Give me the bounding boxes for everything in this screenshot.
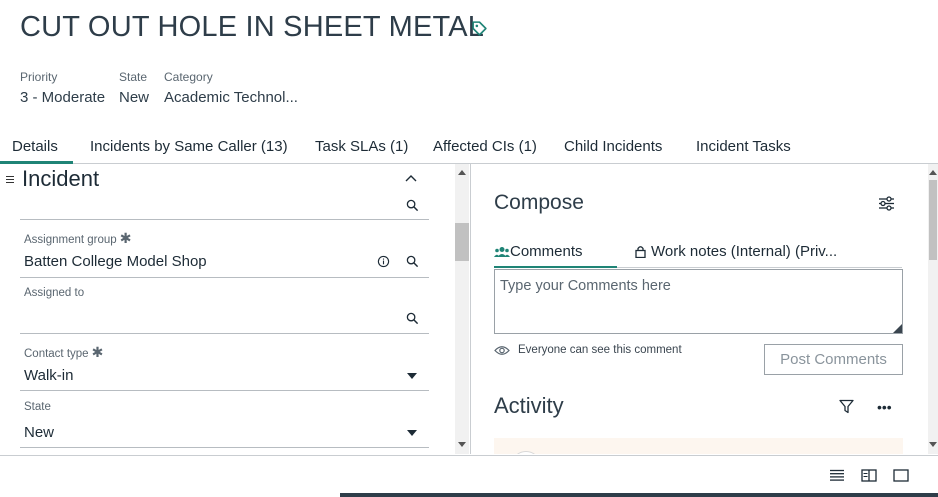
chevron-up-icon[interactable]	[404, 173, 418, 183]
state-field-value[interactable]: New	[24, 424, 54, 441]
activity-title: Activity	[494, 393, 564, 418]
filter-icon[interactable]	[839, 399, 854, 414]
page-title: CUT OUT HOLE IN SHEET METAL	[20, 11, 485, 43]
work-notes-tab-label: Work notes (Internal) (Priv...	[651, 243, 838, 260]
priority-value: 3 - Moderate	[20, 89, 106, 106]
category-value: Academic Technol...	[164, 89, 298, 106]
required-icon: ✱	[91, 344, 104, 360]
form-scrollbar-thumb[interactable]	[455, 223, 469, 261]
caret-down-icon[interactable]	[407, 373, 417, 379]
comments-tab-label: Comments	[510, 243, 583, 260]
scroll-up-icon[interactable]	[458, 170, 466, 175]
users-icon	[494, 247, 510, 257]
tab-details[interactable]: Details	[12, 138, 58, 155]
single-view-icon[interactable]	[893, 469, 909, 482]
state-meta: State New	[119, 70, 149, 106]
required-icon: ✱	[119, 230, 132, 246]
caret-down-icon[interactable]	[407, 430, 417, 436]
compose-tab-work-notes[interactable]: Work notes (Internal) (Priv...	[635, 243, 837, 260]
more-icon[interactable]: •••	[877, 400, 892, 414]
record-header: CUT OUT HOLE IN SHEET METAL Priority 3 -…	[0, 0, 938, 130]
contact-type-label: Contact type ✱	[24, 344, 103, 361]
bottom-scrollbar[interactable]	[340, 493, 938, 497]
compose-pane: Compose Comments Work notes (Internal) (…	[471, 164, 938, 454]
field-assignment-group[interactable]: Assignment group ✱ Batten College Model S…	[20, 228, 429, 278]
assigned-to-label: Assigned to	[24, 287, 85, 299]
lock-icon	[635, 246, 646, 258]
field-contact-type[interactable]: Contact type ✱ Walk-in	[20, 342, 429, 391]
contact-type-value[interactable]: Walk-in	[24, 367, 73, 384]
search-icon[interactable]	[406, 199, 419, 212]
category-label: Category	[164, 70, 213, 84]
tab-incidents-same-caller[interactable]: Incidents by Same Caller (13)	[90, 138, 288, 155]
state-value: New	[119, 89, 150, 106]
state-field-label: State	[24, 401, 51, 413]
contact-type-label-text: Contact type	[24, 348, 89, 360]
tag-icon[interactable]	[471, 20, 488, 37]
scroll-down-icon[interactable]	[458, 442, 466, 447]
scroll-down-icon[interactable]	[929, 442, 937, 447]
search-icon[interactable]	[406, 255, 419, 268]
settings-sliders-icon[interactable]	[878, 196, 895, 211]
section-header: Incident	[0, 164, 455, 194]
state-label: State	[119, 70, 148, 84]
tab-child-incidents[interactable]: Child Incidents	[564, 138, 662, 155]
tab-incident-tasks[interactable]: Incident Tasks	[696, 138, 791, 155]
comment-input[interactable]	[494, 269, 903, 334]
field-assigned-to[interactable]: Assigned to	[20, 285, 429, 334]
info-icon[interactable]	[377, 255, 390, 268]
assignment-group-label: Assignment group ✱	[24, 230, 131, 247]
field-state[interactable]: State New	[20, 399, 429, 448]
post-comments-button[interactable]: Post Comments	[764, 344, 903, 375]
priority-meta: Priority 3 - Moderate	[20, 70, 105, 106]
drag-handle-icon[interactable]	[6, 176, 14, 183]
eye-icon	[494, 346, 510, 355]
search-icon[interactable]	[406, 312, 419, 325]
layout-footer	[0, 455, 938, 497]
form-scrollbar[interactable]	[455, 164, 469, 454]
activity-entry	[494, 438, 903, 454]
field-caller[interactable]	[20, 194, 429, 220]
split-view-icon[interactable]	[861, 469, 877, 482]
list-view-icon[interactable]	[829, 469, 845, 482]
priority-label: Priority	[20, 70, 58, 84]
category-meta: Category Academic Technol...	[164, 70, 298, 106]
section-title: Incident	[22, 166, 100, 191]
tab-task-slas[interactable]: Task SLAs (1)	[315, 138, 408, 155]
compose-title: Compose	[494, 191, 584, 214]
scroll-up-icon[interactable]	[929, 170, 937, 175]
visibility-note: Everyone can see this comment	[518, 344, 682, 356]
resize-handle-icon[interactable]	[893, 324, 902, 333]
tab-affected-cis[interactable]: Affected CIs (1)	[433, 138, 537, 155]
compose-active-tab-indicator	[494, 266, 617, 268]
record-tabs: Details Incidents by Same Caller (13) Ta…	[0, 134, 938, 164]
compose-scrollbar-thumb[interactable]	[929, 180, 937, 260]
form-pane: Incident Assignment group ✱ Batten Colleg…	[0, 164, 455, 454]
assignment-group-value[interactable]: Batten College Model Shop	[24, 253, 207, 270]
compose-tab-comments[interactable]: Comments	[494, 243, 583, 260]
assignment-group-label-text: Assignment group	[24, 234, 117, 246]
